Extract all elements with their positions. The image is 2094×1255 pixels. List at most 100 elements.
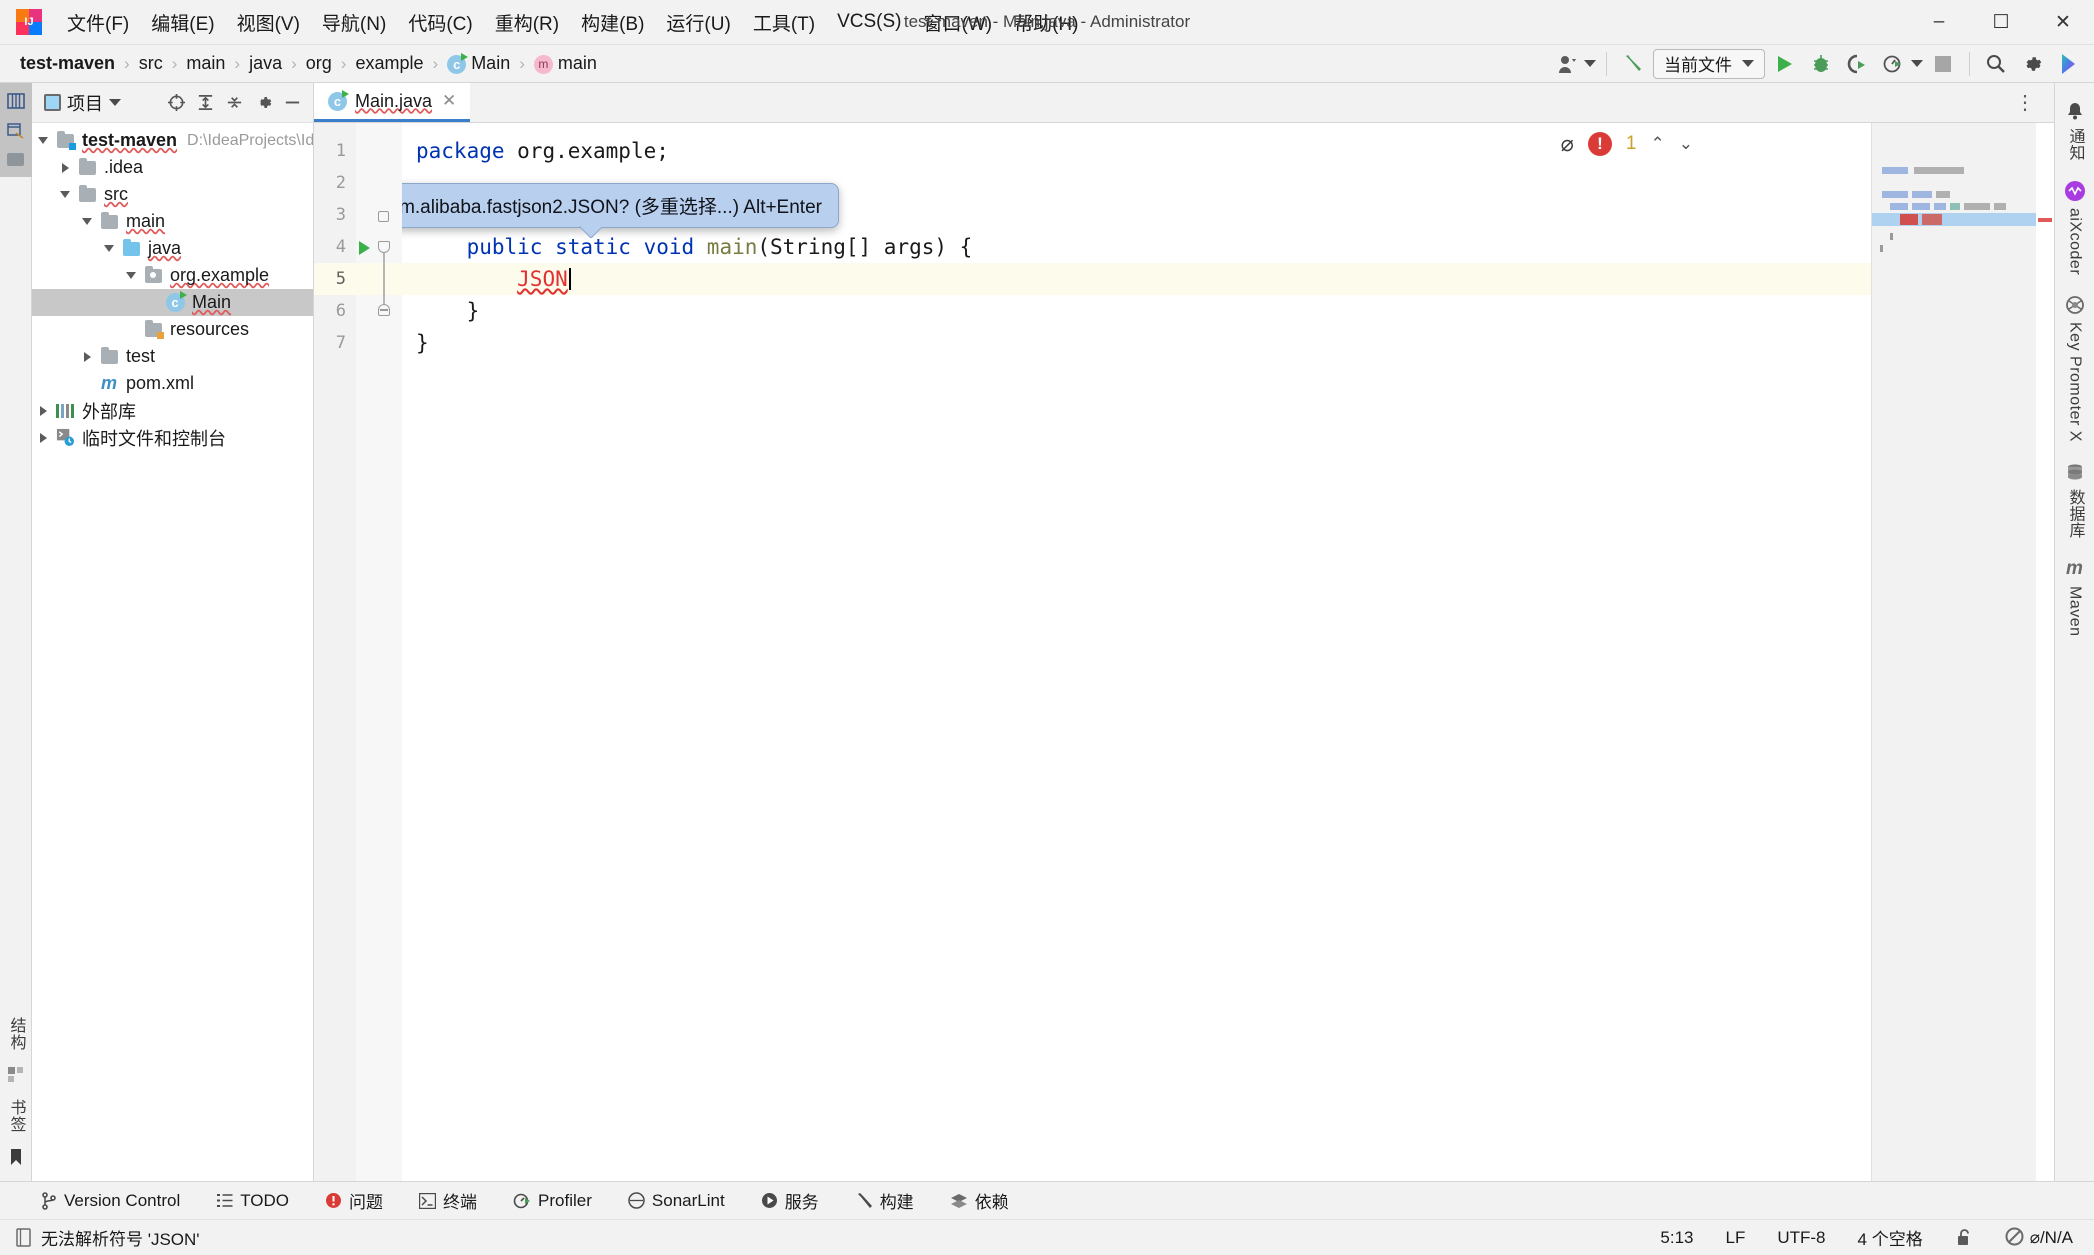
breadcrumb-item-src[interactable]: src (135, 51, 167, 76)
caret-position[interactable]: 5:13 (1655, 1226, 1698, 1250)
menu-refactor[interactable]: 重构(R) (484, 5, 570, 40)
menu-tools[interactable]: 工具(T) (742, 5, 826, 40)
folding-marker-icon[interactable] (378, 241, 390, 253)
close-button[interactable]: ✕ (2032, 0, 2094, 45)
tree-node-java[interactable]: java (32, 235, 313, 262)
tree-node-main-class[interactable]: Main (32, 289, 313, 316)
chevron-down-icon[interactable] (76, 218, 98, 225)
tree-node-org-example[interactable]: org.example (32, 262, 313, 289)
ai-assistant-icon[interactable] (2052, 49, 2084, 79)
highlight-level-icon[interactable]: ⌀ (1561, 131, 1574, 157)
run-gutter-icon[interactable] (359, 241, 370, 255)
menu-window[interactable]: 窗口(W) (912, 5, 1003, 40)
maximize-button[interactable]: ☐ (1970, 0, 2032, 45)
search-everywhere-icon[interactable] (1980, 49, 2012, 79)
tree-node-src[interactable]: src (32, 181, 313, 208)
file-encoding[interactable]: UTF-8 (1772, 1226, 1830, 1250)
indent-setting[interactable]: 4 个空格 (1853, 1223, 1928, 1252)
bookmarks-icon[interactable] (6, 1065, 26, 1085)
tree-node-scratches[interactable]: 临时文件和控制台 (32, 424, 313, 451)
tool-window-sonarlint[interactable]: SonarLint (623, 1188, 730, 1214)
menu-help[interactable]: 帮助(H) (1003, 5, 1089, 40)
line-separator[interactable]: LF (1721, 1226, 1751, 1250)
debug-button[interactable] (1805, 49, 1837, 79)
previous-problem-icon[interactable]: ⌃ (1651, 134, 1665, 154)
menu-file[interactable]: 文件(F) (56, 5, 140, 40)
breadcrumb-item-project[interactable]: test-maven (16, 51, 119, 76)
sidebar-item-aixcoder[interactable]: aiXcoder (2063, 173, 2087, 281)
breadcrumb-item-method[interactable]: main (530, 51, 601, 76)
folder-icon[interactable] (6, 149, 26, 169)
collapse-all-icon[interactable] (221, 90, 247, 116)
chevron-down-icon[interactable] (120, 272, 142, 279)
next-problem-icon[interactable]: ⌄ (1679, 134, 1693, 154)
profile-button[interactable] (1877, 49, 1909, 79)
chevron-right-icon[interactable] (32, 406, 54, 416)
sidebar-item-maven[interactable]: m Maven (2063, 551, 2087, 643)
hide-panel-icon[interactable] (279, 90, 305, 116)
chevron-down-icon[interactable] (32, 137, 54, 144)
tree-node-pom-xml[interactable]: m pom.xml (32, 370, 313, 397)
run-with-coverage-button[interactable] (1841, 49, 1873, 79)
tree-node-idea[interactable]: .idea (32, 154, 313, 181)
breadcrumb-item-example[interactable]: example (351, 51, 427, 76)
user-dropdown-caret-icon[interactable] (1584, 60, 1596, 67)
user-account-icon[interactable] (1552, 49, 1584, 79)
bookmark-flag-icon[interactable] (6, 1147, 26, 1167)
chevron-right-icon[interactable] (54, 163, 76, 173)
breadcrumb-item-java[interactable]: java (245, 51, 286, 76)
menu-vcs[interactable]: VCS(S) (826, 7, 912, 37)
more-options-icon[interactable]: ⋮ (2007, 90, 2044, 115)
menu-view[interactable]: 视图(V) (226, 5, 311, 40)
tool-window-services[interactable]: 服务 (756, 1185, 824, 1216)
tool-window-terminal[interactable]: 终端 (414, 1185, 482, 1216)
chevron-right-icon[interactable] (32, 433, 54, 443)
tool-window-todo[interactable]: TODO (211, 1188, 294, 1214)
run-button[interactable] (1769, 49, 1801, 79)
breadcrumb-item-main[interactable]: main (182, 51, 229, 76)
tool-window-build[interactable]: 构建 (850, 1185, 919, 1216)
menu-edit[interactable]: 编辑(E) (140, 5, 225, 40)
menu-navigate[interactable]: 导航(N) (311, 5, 397, 40)
tree-node-main[interactable]: main (32, 208, 313, 235)
tool-window-dependencies[interactable]: 依赖 (945, 1185, 1014, 1216)
sidebar-item-notifications[interactable]: 通知 (2063, 93, 2087, 167)
panel-settings-icon[interactable] (250, 90, 276, 116)
tree-node-test[interactable]: test (32, 343, 313, 370)
inspection-mode[interactable]: ⌀/N/A (2000, 1225, 2078, 1250)
sidebar-item-key-promoter-x[interactable]: Key Promoter X (2063, 287, 2087, 448)
tab-main-java[interactable]: Main.java ✕ (314, 83, 470, 122)
unlocked-icon[interactable] (1950, 1226, 1978, 1249)
tree-node-test-maven[interactable]: test-maven D:\IdeaProjects\IdeaProje (32, 127, 313, 154)
breadcrumb-item-org[interactable]: org (302, 51, 336, 76)
select-opened-file-icon[interactable] (163, 90, 189, 116)
expand-all-icon[interactable] (192, 90, 218, 116)
run-configuration-selector[interactable]: 当前文件 (1653, 49, 1765, 79)
profile-dropdown-caret-icon[interactable] (1911, 60, 1923, 67)
sidebar-item-structure[interactable]: 结构 (4, 1017, 28, 1051)
code-minimap[interactable] (1871, 123, 2036, 1181)
close-icon[interactable]: ✕ (440, 91, 458, 111)
import-suggestion-popup[interactable]: ? com.alibaba.fastjson2.JSON? (多重选择...) … (402, 183, 839, 228)
breadcrumb-item-class[interactable]: Main (443, 51, 514, 76)
error-stripe-scrollbar[interactable] (2036, 123, 2054, 1181)
sidebar-item-database[interactable]: 数据库 (2063, 454, 2087, 545)
project-icon[interactable] (6, 91, 26, 111)
chevron-down-icon[interactable] (98, 245, 120, 252)
sidebar-item-bookmarks[interactable]: 书签 (4, 1099, 28, 1133)
project-view-dropdown-icon[interactable] (109, 99, 121, 106)
build-hammer-icon[interactable] (1617, 49, 1649, 79)
tool-window-version-control[interactable]: Version Control (36, 1188, 185, 1214)
code-content[interactable]: package org.example; public class Main {… (402, 123, 1871, 1181)
tree-node-resources[interactable]: resources (32, 316, 313, 343)
commit-icon[interactable] (6, 120, 26, 140)
menu-build[interactable]: 构建(B) (570, 5, 655, 40)
stop-button[interactable] (1927, 49, 1959, 79)
chevron-right-icon[interactable] (76, 352, 98, 362)
tree-node-external-libraries[interactable]: 外部库 (32, 397, 313, 424)
chevron-down-icon[interactable] (54, 191, 76, 198)
menu-run[interactable]: 运行(U) (655, 5, 741, 40)
tool-window-profiler[interactable]: Profiler (508, 1188, 597, 1214)
tool-window-problems[interactable]: 问题 (320, 1185, 388, 1216)
settings-gear-icon[interactable] (2016, 49, 2048, 79)
